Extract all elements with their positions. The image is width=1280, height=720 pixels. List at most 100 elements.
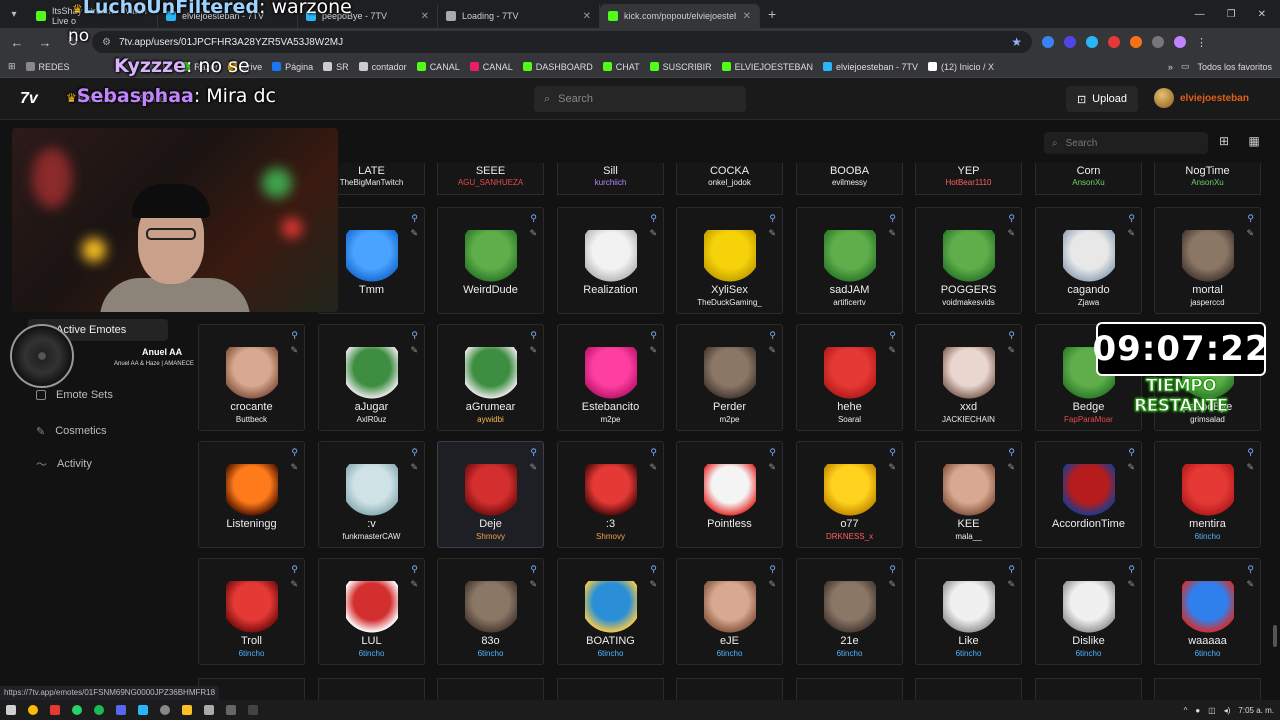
- extension-icon[interactable]: [1130, 35, 1142, 48]
- spotify-icon[interactable]: [94, 705, 104, 715]
- extensions-puzzle-icon[interactable]: [1152, 35, 1164, 48]
- 7tv-logo[interactable]: 7v: [20, 90, 38, 108]
- close-window-icon[interactable]: ✕: [1258, 9, 1266, 20]
- emote-card[interactable]: Sill kurchiich: [557, 163, 664, 195]
- emote-card[interactable]: NogTime AnsonXu: [1154, 163, 1261, 195]
- edit-pencil-icon[interactable]: ✎: [1007, 462, 1015, 473]
- emote-card-partial[interactable]: [676, 678, 783, 702]
- edit-pencil-icon[interactable]: ✎: [1127, 579, 1135, 590]
- clock[interactable]: 7:05 a. m.: [1238, 706, 1274, 715]
- chevron-right-icon[interactable]: »: [1168, 62, 1173, 72]
- windows-start-icon[interactable]: [6, 705, 16, 715]
- emote-card[interactable]: ⚲ ✎ Deje Shmovy: [437, 441, 544, 548]
- edit-pencil-icon[interactable]: ✎: [529, 462, 537, 473]
- edit-pencil-icon[interactable]: ✎: [1246, 462, 1254, 473]
- emote-card[interactable]: ⚲ ✎ Realization: [557, 207, 664, 314]
- menu-dots-icon[interactable]: ⋮: [1196, 36, 1207, 49]
- bookmark-item[interactable]: REDES: [25, 62, 70, 72]
- chevron-up-icon[interactable]: ^: [1184, 706, 1188, 715]
- chrome-icon[interactable]: [28, 705, 38, 715]
- emote-card[interactable]: YEP HotBear1110: [915, 163, 1022, 195]
- address-bar[interactable]: ⚙ 7tv.app/users/01JPCFHR3A28YZR5VA53J8W2…: [92, 31, 1032, 53]
- emote-card[interactable]: ⚲ ✎ POGGERS voidmakesvids: [915, 207, 1022, 314]
- app-icon[interactable]: [50, 705, 60, 715]
- edit-pencil-icon[interactable]: ✎: [410, 579, 418, 590]
- all-bookmarks-label[interactable]: Todos los favoritos: [1197, 62, 1272, 72]
- extension-icon[interactable]: [1064, 35, 1076, 48]
- emote-card[interactable]: ⚲ ✎ WeirdDude: [437, 207, 544, 314]
- bookmark-item[interactable]: DASHBOARD: [522, 62, 593, 72]
- emote-card[interactable]: ⚲ ✎ Perder m2pe: [676, 324, 783, 431]
- bookmark-item[interactable]: ELVIEJOESTEBAN: [721, 62, 813, 72]
- site-info-icon[interactable]: ⚙: [102, 37, 111, 48]
- emote-card[interactable]: ⚲ ✎ o77 DRKNESS_x: [796, 441, 903, 548]
- edit-pencil-icon[interactable]: ✎: [888, 345, 896, 356]
- bookmark-item[interactable]: elviejoesteban - 7TV: [822, 62, 918, 72]
- bookmark-item[interactable]: CHAT: [602, 62, 640, 72]
- edit-pencil-icon[interactable]: ✎: [529, 579, 537, 590]
- apps-grid-icon[interactable]: ⊞: [8, 61, 16, 72]
- bookmark-item[interactable]: Página: [272, 62, 313, 72]
- scrollbar[interactable]: [1273, 625, 1277, 647]
- new-tab-button[interactable]: +: [760, 6, 784, 22]
- emote-card[interactable]: ⚲ ✎ aJugar AxlR0uz: [318, 324, 425, 431]
- emote-card[interactable]: ⚲ ✎ eJE 6tincho: [676, 558, 783, 665]
- emote-card-partial[interactable]: [557, 678, 664, 702]
- edit-pencil-icon[interactable]: ✎: [410, 345, 418, 356]
- emote-card[interactable]: ⚲ ✎:3 Shmovy: [557, 441, 664, 548]
- app-icon[interactable]: [138, 705, 148, 715]
- emote-card[interactable]: ⚲ ✎ aGrumear aywidbi: [437, 324, 544, 431]
- bookmark-item[interactable]: CANAL: [469, 62, 513, 72]
- app-icon[interactable]: [204, 705, 214, 715]
- emote-card[interactable]: COCKA onkel_jodok: [676, 163, 783, 195]
- edit-pencil-icon[interactable]: ✎: [888, 228, 896, 239]
- edit-pencil-icon[interactable]: ✎: [888, 462, 896, 473]
- restore-icon[interactable]: ❐: [1227, 9, 1236, 20]
- emote-card[interactable]: ⚲ ✎ crocante Buttbeck: [198, 324, 305, 431]
- bookmark-star-icon[interactable]: ★: [1011, 35, 1022, 49]
- forward-icon[interactable]: →: [36, 35, 54, 50]
- emote-card[interactable]: ⚲ ✎ xxd JACKIECHAIN: [915, 324, 1022, 431]
- emote-card[interactable]: BOOBA evilmessy: [796, 163, 903, 195]
- edit-pencil-icon[interactable]: ✎: [649, 462, 657, 473]
- emote-card[interactable]: ⚲ ✎ cagando Zjawa: [1035, 207, 1142, 314]
- close-icon[interactable]: ✕: [421, 11, 429, 22]
- bookmark-item[interactable]: CANAL: [416, 62, 460, 72]
- close-icon[interactable]: ✕: [743, 11, 751, 22]
- emote-card[interactable]: ⚲ ✎ Estebancito m2pe: [557, 324, 664, 431]
- whatsapp-icon[interactable]: [72, 705, 82, 715]
- bookmark-item[interactable]: contador: [358, 62, 407, 72]
- edit-pencil-icon[interactable]: ✎: [768, 228, 776, 239]
- edit-pencil-icon[interactable]: ✎: [410, 462, 418, 473]
- edit-pencil-icon[interactable]: ✎: [649, 579, 657, 590]
- emote-search-input[interactable]: ⌕ Search: [1044, 132, 1208, 154]
- grid-view-icon[interactable]: ⊞: [1215, 134, 1233, 152]
- emote-card[interactable]: Corn AnsonXu: [1035, 163, 1142, 195]
- upload-button[interactable]: ⊡ Upload: [1066, 86, 1138, 112]
- user-menu[interactable]: elviejoesteban: [1154, 88, 1249, 108]
- emote-card[interactable]: ⚲ ✎ XyliSex TheDuckGaming_: [676, 207, 783, 314]
- emote-card[interactable]: ⚲ ✎ Dislike 6tincho: [1035, 558, 1142, 665]
- edit-pencil-icon[interactable]: ✎: [1127, 462, 1135, 473]
- emote-card[interactable]: ⚲ ✎ sadJAM artificertv: [796, 207, 903, 314]
- edit-pencil-icon[interactable]: ✎: [290, 345, 298, 356]
- emote-card[interactable]: ⚲ ✎ mortal jasperccd: [1154, 207, 1261, 314]
- emote-card[interactable]: ⚲ ✎ Pointless: [676, 441, 783, 548]
- tab-search-icon[interactable]: ▾: [0, 0, 28, 28]
- edit-pencil-icon[interactable]: ✎: [1007, 228, 1015, 239]
- app-icon[interactable]: [226, 705, 236, 715]
- volume-icon[interactable]: ◂): [1224, 706, 1231, 715]
- network-icon[interactable]: ◫: [1208, 706, 1216, 715]
- compact-grid-icon[interactable]: ▦: [1245, 134, 1263, 152]
- emote-card[interactable]: ⚲ ✎ Like 6tincho: [915, 558, 1022, 665]
- bookmark-item[interactable]: (12) Inicio / X: [928, 62, 994, 72]
- profile-avatar-icon[interactable]: [1174, 35, 1186, 48]
- edit-pencil-icon[interactable]: ✎: [1007, 579, 1015, 590]
- emote-card[interactable]: ⚲ ✎ Listeningg: [198, 441, 305, 548]
- edit-pencil-icon[interactable]: ✎: [410, 228, 418, 239]
- sidebar-item-activity[interactable]: 〜 Activity: [28, 453, 168, 475]
- emote-card[interactable]: ⚲ ✎ Troll 6tincho: [198, 558, 305, 665]
- emote-card[interactable]: ⚲ ✎ 83o 6tincho: [437, 558, 544, 665]
- emote-card[interactable]: ⚲ ✎ 21e 6tincho: [796, 558, 903, 665]
- emote-card-partial[interactable]: [796, 678, 903, 702]
